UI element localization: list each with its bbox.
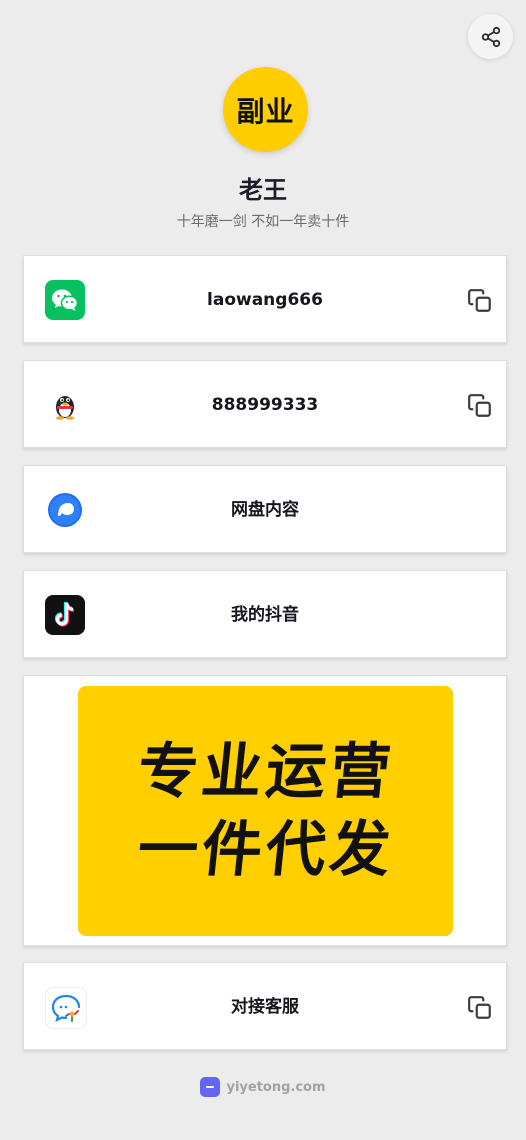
link-card-douyin[interactable]: 我的抖音 [23, 570, 507, 658]
link-card-wechat[interactable]: laowang666 [23, 255, 507, 343]
copy-icon[interactable] [467, 393, 493, 419]
footer-text: yiyetong.com [226, 1079, 326, 1095]
link-label-wechat: laowang666 [207, 290, 323, 310]
avatar: 副业 [223, 67, 308, 152]
link-card-qq[interactable]: 888999333 [23, 360, 507, 448]
link-label-douyin: 我的抖音 [231, 605, 299, 625]
link-card-cloud-drive[interactable]: 网盘内容 [23, 465, 507, 553]
promo-banner: 专业运营 一件代发 [78, 686, 453, 936]
profile-name: 老王 [239, 176, 287, 204]
customer-service-icon [45, 987, 87, 1029]
copy-icon[interactable] [467, 288, 493, 314]
link-label-cloud-drive: 网盘内容 [231, 500, 299, 520]
copy-icon[interactable] [467, 995, 493, 1021]
qq-penguin-icon [45, 385, 85, 425]
link-label-customer-service: 对接客服 [231, 997, 299, 1017]
douyin-icon [45, 595, 85, 635]
brand-logo-icon [200, 1077, 221, 1097]
footer-brand-link[interactable]: yiyetong.com [0, 1077, 526, 1097]
cloud-drive-icon [45, 490, 85, 530]
share-button[interactable] [468, 14, 513, 59]
banner-line-1: 专业运营 [133, 737, 398, 807]
share-icon [481, 26, 500, 47]
link-label-qq: 888999333 [211, 395, 319, 415]
wechat-icon [45, 280, 85, 320]
banner-line-2: 一件代发 [133, 815, 398, 885]
link-card-customer-service[interactable]: 对接客服 [23, 962, 507, 1050]
promo-banner-card[interactable]: 专业运营 一件代发 [23, 675, 507, 946]
profile-bio: 十年磨一剑 不如一年卖十件 [176, 214, 350, 230]
